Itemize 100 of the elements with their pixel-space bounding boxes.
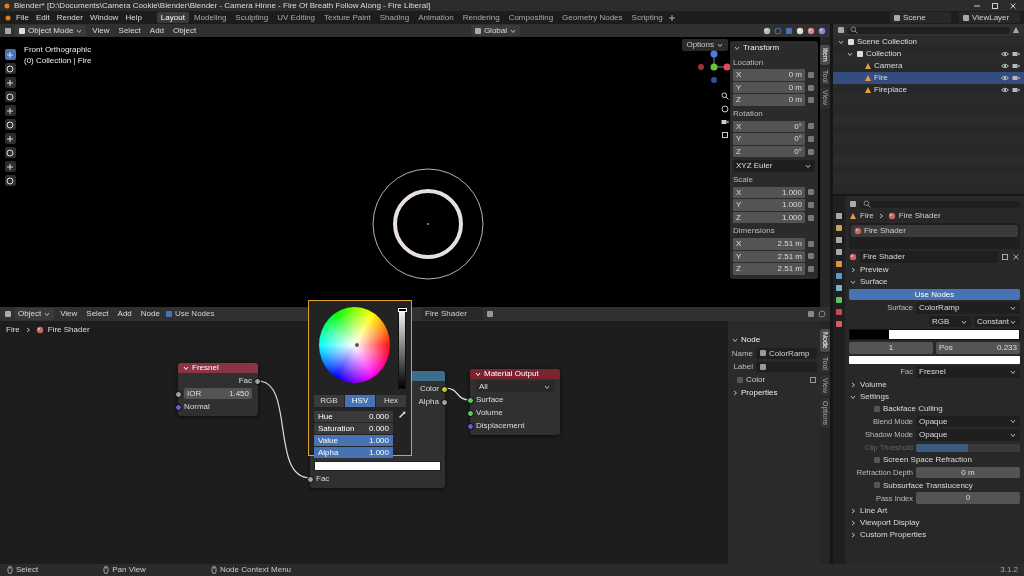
solid-shading-icon[interactable]	[796, 26, 804, 35]
checkbox[interactable]	[874, 482, 880, 489]
dropdown-field[interactable]: Opaque	[916, 429, 1020, 441]
menu-item[interactable]: Add	[146, 24, 168, 37]
interpolation-dropdown[interactable]: Constant	[974, 315, 1020, 328]
color-mode-tab[interactable]: Hex	[376, 395, 406, 407]
menu-item[interactable]: Node	[137, 308, 163, 320]
dropdown-field[interactable]: ColorRamp	[916, 302, 1020, 314]
panel-header[interactable]: Settings	[849, 391, 1020, 402]
panel-header[interactable]: Surface	[849, 276, 1020, 287]
maximize-icon[interactable]	[991, 1, 999, 10]
tool-button[interactable]	[4, 77, 16, 88]
number-field[interactable]: 0	[916, 492, 1020, 504]
number-field[interactable]: 0 m	[916, 466, 1020, 479]
workspace-tab[interactable]: Rendering	[458, 11, 504, 24]
tool-button[interactable]	[4, 147, 16, 158]
eyedropper-icon[interactable]	[398, 410, 406, 419]
number-field[interactable]: Y 0 m	[733, 81, 805, 94]
color-value-field[interactable]: Hue 0.000	[314, 410, 393, 422]
outliner-row[interactable]: Fire	[833, 72, 1024, 84]
menu-item[interactable]: Edit	[32, 11, 53, 24]
node-socket[interactable]	[441, 386, 448, 393]
rotation-mode-dropdown[interactable]: XYZ Euler	[733, 160, 815, 172]
tool-button[interactable]	[4, 133, 16, 144]
ior-field[interactable]: IOR 1.450	[184, 387, 252, 400]
menu-item[interactable]: Help	[122, 11, 145, 24]
color-mode-tab[interactable]: RGB	[314, 395, 344, 407]
shader-node[interactable]: Fresnel Fac IOR 1.450 Normal	[178, 363, 258, 416]
workspace-tab[interactable]: Texture Paint	[320, 11, 375, 24]
color-mode-tab[interactable]: HSV	[345, 395, 375, 407]
search-field[interactable]	[847, 26, 1010, 34]
checkbox[interactable]	[737, 377, 743, 383]
value-slider[interactable]	[397, 307, 406, 389]
unlink-icon[interactable]	[1012, 252, 1020, 261]
menu-item[interactable]: Select	[83, 308, 112, 320]
color-value-field[interactable]: Saturation 0.000	[314, 422, 393, 434]
number-field[interactable]: Z 0°	[733, 145, 805, 158]
target-dropdown[interactable]: All	[476, 380, 554, 393]
dropdown-field[interactable]: Opaque	[916, 415, 1020, 428]
checkbox[interactable]	[874, 405, 880, 412]
panel-header[interactable]: Preview	[849, 264, 1020, 275]
navigation-gizmo-icon[interactable]	[696, 49, 732, 85]
color-ramp-gradient[interactable]	[849, 329, 1020, 341]
view-layer-selector[interactable]: ViewLayer	[959, 11, 1020, 24]
dropdown-field[interactable]: Fresnel	[916, 365, 1020, 378]
node-header[interactable]: Fresnel	[178, 363, 258, 373]
options-button[interactable]: Options	[682, 39, 728, 51]
zoom-icon[interactable]	[721, 92, 729, 100]
number-field[interactable]: Z 0 m	[733, 94, 805, 106]
mode-dropdown[interactable]: Object Mode	[15, 24, 87, 37]
tool-button[interactable]	[4, 49, 16, 60]
breadcrumb-item[interactable]: Fire Shader	[898, 211, 941, 221]
tool-button[interactable]	[4, 63, 16, 74]
shader-node[interactable]: Material Output All Surface Volume Displacement	[470, 369, 560, 435]
menu-item[interactable]: Select	[115, 24, 144, 37]
node-socket[interactable]	[467, 423, 474, 430]
tool-button[interactable]	[4, 105, 16, 116]
outliner-row[interactable]: Scene Collection	[833, 36, 1024, 48]
orientation-dropdown[interactable]: Global	[470, 24, 520, 37]
overlay-icon[interactable]	[818, 310, 826, 318]
workspace-tab[interactable]: Animation	[414, 11, 458, 24]
tool-button[interactable]	[4, 161, 16, 172]
shading-icon[interactable]	[763, 26, 771, 35]
outliner-row[interactable]: Camera	[833, 60, 1024, 72]
node-header[interactable]: Material Output	[470, 369, 560, 379]
render-shading-icon[interactable]	[818, 26, 826, 35]
workspace-tab[interactable]: Modeling	[189, 11, 231, 24]
node-socket[interactable]	[467, 410, 474, 417]
menu-item[interactable]: File	[13, 11, 32, 24]
material-icon[interactable]	[849, 252, 857, 261]
scene-selector[interactable]: Scene	[890, 11, 951, 24]
number-field[interactable]: Y 0°	[733, 133, 805, 145]
menu-item[interactable]: View	[89, 24, 113, 37]
material-slot[interactable]: Fire Shader	[851, 225, 1018, 237]
workspace-tab[interactable]: Scripting	[627, 11, 667, 24]
panel-header[interactable]: Viewport Display	[849, 517, 1020, 528]
workspace-tab[interactable]: UV Editing	[273, 11, 320, 24]
menu-item[interactable]: View	[57, 308, 81, 320]
color-value-field[interactable]: Alpha 1.000	[314, 446, 393, 458]
menu-item[interactable]: Window	[86, 11, 122, 24]
number-field[interactable]: X 1.000	[733, 186, 805, 199]
number-field[interactable]: Z 1.000	[733, 211, 805, 224]
panel-header[interactable]: Line Art	[849, 505, 1020, 516]
use-nodes-button[interactable]: Use Nodes	[849, 288, 1020, 301]
workspace-tab[interactable]: Layout	[156, 11, 189, 24]
node-socket[interactable]	[307, 476, 314, 483]
name-field[interactable]: ColorRamp	[756, 347, 817, 360]
breadcrumb-item[interactable]: Fire Shader	[47, 325, 90, 335]
tool-button[interactable]	[4, 91, 16, 102]
node-socket[interactable]	[467, 397, 474, 404]
color-value-field[interactable]: Value 1.000	[314, 434, 393, 446]
color-swatch[interactable]	[849, 355, 1020, 364]
material-name-field[interactable]: Fire Shader	[860, 251, 998, 263]
menu-item[interactable]: Add	[114, 308, 135, 320]
checkbox[interactable]	[165, 311, 172, 317]
outliner-row[interactable]: Collection	[833, 48, 1024, 60]
camera-icon[interactable]	[721, 118, 729, 126]
grid-icon[interactable]	[721, 131, 729, 139]
breadcrumb-item[interactable]: Fire	[6, 325, 20, 335]
color-ramp-gradient[interactable]	[314, 461, 441, 471]
